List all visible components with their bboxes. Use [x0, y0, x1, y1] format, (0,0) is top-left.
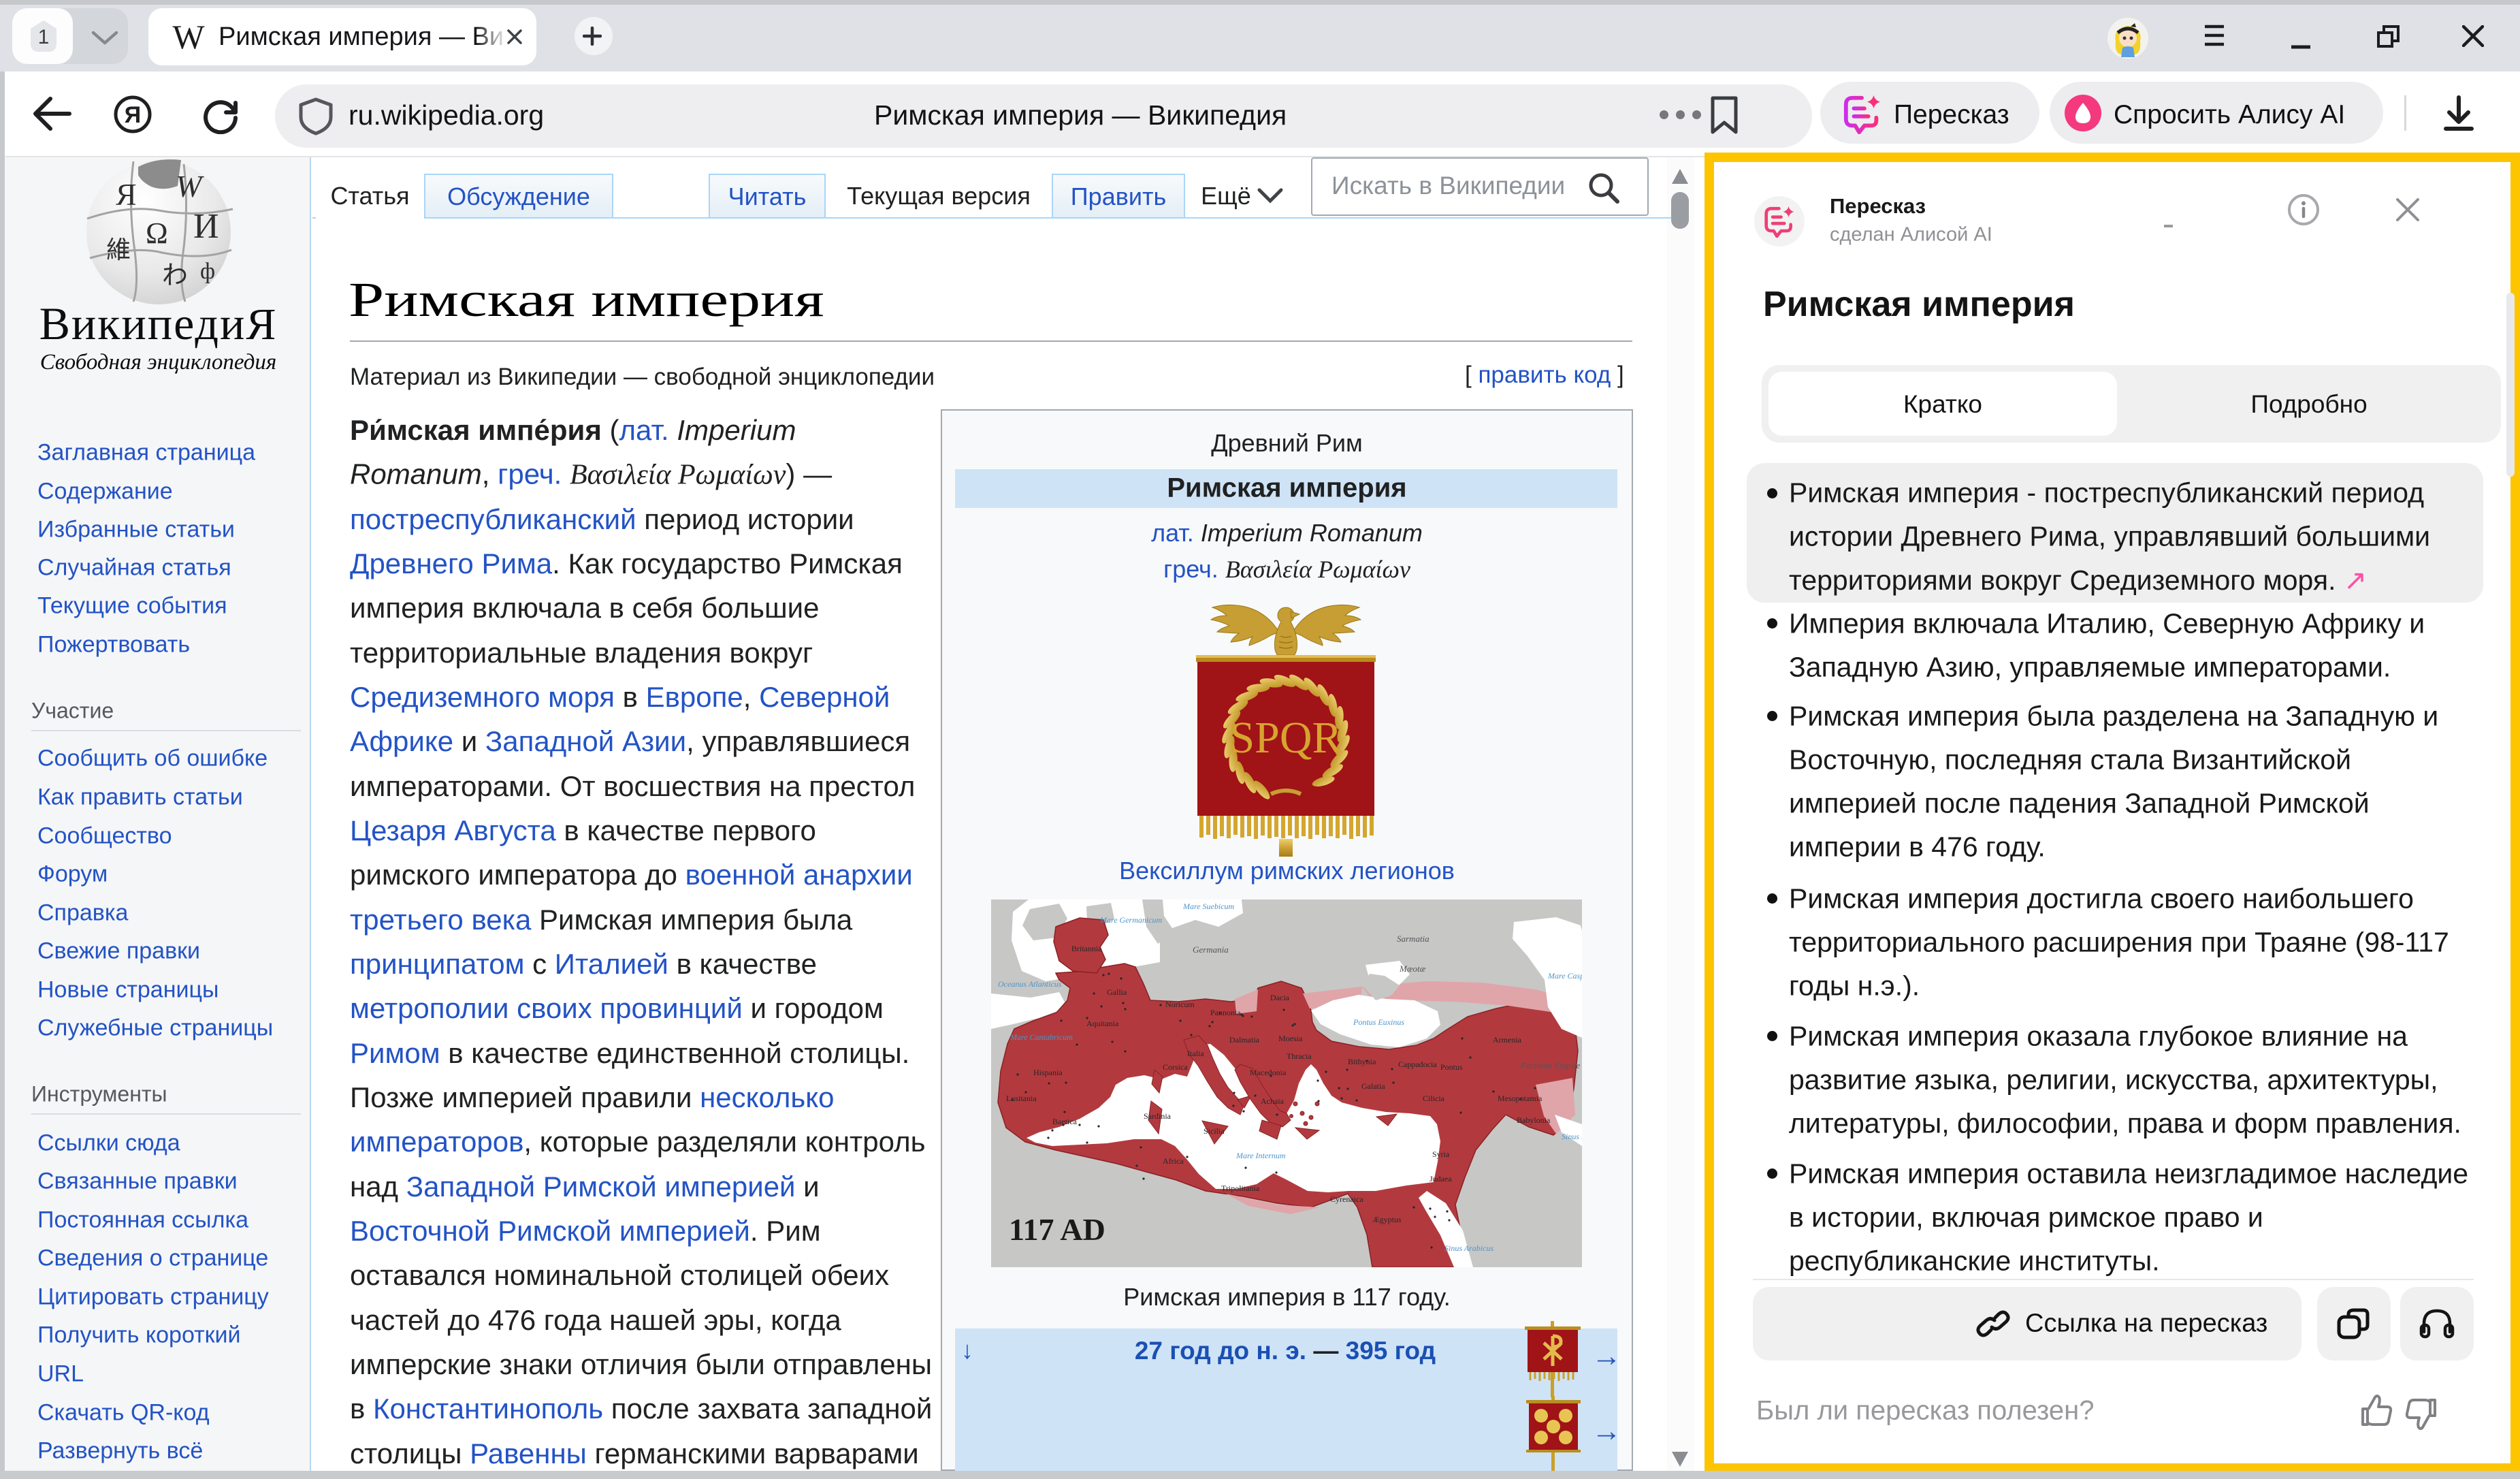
svg-text:Bithynia: Bithynia: [1348, 1057, 1376, 1066]
svg-text:Sarmatia: Sarmatia: [1397, 934, 1429, 944]
svg-text:Britannia: Britannia: [1071, 944, 1102, 953]
svg-text:Gallia: Gallia: [1107, 987, 1127, 997]
svg-text:Mare Germanicum: Mare Germanicum: [1099, 915, 1163, 925]
svg-text:W: W: [176, 169, 204, 204]
svg-text:Mare Suebicum: Mare Suebicum: [1182, 902, 1235, 911]
svg-text:Parthian Empire: Parthian Empire: [1520, 1060, 1580, 1070]
svg-text:Pontus Euxinus: Pontus Euxinus: [1353, 1017, 1404, 1027]
svg-text:Germania: Germania: [1193, 944, 1229, 955]
svg-text:Sardinia: Sardinia: [1144, 1111, 1172, 1121]
svg-text:1: 1: [38, 26, 50, 48]
svg-text:Syria: Syria: [1432, 1149, 1450, 1159]
svg-text:117 AD: 117 AD: [1009, 1212, 1105, 1247]
svg-text:わ: わ: [162, 261, 188, 290]
svg-text:И: И: [193, 207, 219, 246]
svg-text:Cyrenaica: Cyrenaica: [1330, 1194, 1363, 1204]
svg-text:Mare Internum: Mare Internum: [1235, 1151, 1286, 1160]
svg-text:Tripolitania: Tripolitania: [1221, 1183, 1260, 1193]
svg-text:Sicilia: Sicilia: [1204, 1126, 1225, 1136]
svg-text:Italia: Italia: [1187, 1049, 1204, 1058]
svg-text:Я: Я: [125, 102, 141, 128]
svg-text:Ω: Ω: [146, 217, 168, 250]
svg-text:Achaia: Achaia: [1261, 1096, 1285, 1106]
svg-text:Pannonia: Pannonia: [1210, 1008, 1241, 1017]
svg-text:Cappadocia: Cappadocia: [1398, 1060, 1437, 1069]
svg-text:Mæotæ: Mæotæ: [1399, 964, 1426, 974]
svg-text:Noricum: Noricum: [1165, 1000, 1195, 1009]
svg-text:Aquitania: Aquitania: [1086, 1019, 1119, 1028]
svg-text:維: 維: [106, 236, 131, 264]
svg-text:Dalmatia: Dalmatia: [1229, 1035, 1260, 1045]
svg-text:Oceanus Atlanticus: Oceanus Atlanticus: [998, 979, 1062, 989]
svg-text:Hispania: Hispania: [1033, 1068, 1063, 1077]
svg-text:Galatia: Galatia: [1361, 1081, 1385, 1091]
svg-text:SPQR: SPQR: [1229, 713, 1342, 763]
svg-text:Armenia: Armenia: [1493, 1035, 1522, 1045]
svg-text:Я: Я: [116, 177, 137, 212]
svg-text:Babylonia: Babylonia: [1517, 1115, 1551, 1125]
svg-text:Moesia: Moesia: [1278, 1034, 1303, 1043]
svg-text:Pontus: Pontus: [1440, 1062, 1463, 1072]
svg-text:Baetica: Baetica: [1052, 1117, 1078, 1126]
svg-text:Thracia: Thracia: [1287, 1051, 1312, 1061]
svg-text:Lusitania: Lusitania: [1006, 1094, 1037, 1103]
svg-text:Dacia: Dacia: [1270, 993, 1290, 1002]
svg-text:Corsica: Corsica: [1163, 1062, 1188, 1072]
svg-text:Mesopotamia: Mesopotamia: [1498, 1094, 1542, 1103]
svg-text:Sinus Persicus: Sinus Persicus: [1562, 1132, 1582, 1141]
svg-text:ф: ф: [200, 259, 215, 284]
svg-text:Macedonia: Macedonia: [1250, 1068, 1287, 1077]
svg-text:Sinus Arabicus: Sinus Arabicus: [1444, 1243, 1493, 1253]
svg-text:Ægyptus: Ægyptus: [1372, 1215, 1402, 1224]
svg-text:Judaea: Judaea: [1429, 1174, 1452, 1183]
svg-text:Mare Cantabricum: Mare Cantabricum: [1009, 1032, 1073, 1042]
svg-text:Africa: Africa: [1163, 1156, 1184, 1166]
svg-text:Cilicia: Cilicia: [1423, 1094, 1445, 1103]
svg-text:Mare Caspium: Mare Caspium: [1547, 971, 1582, 981]
